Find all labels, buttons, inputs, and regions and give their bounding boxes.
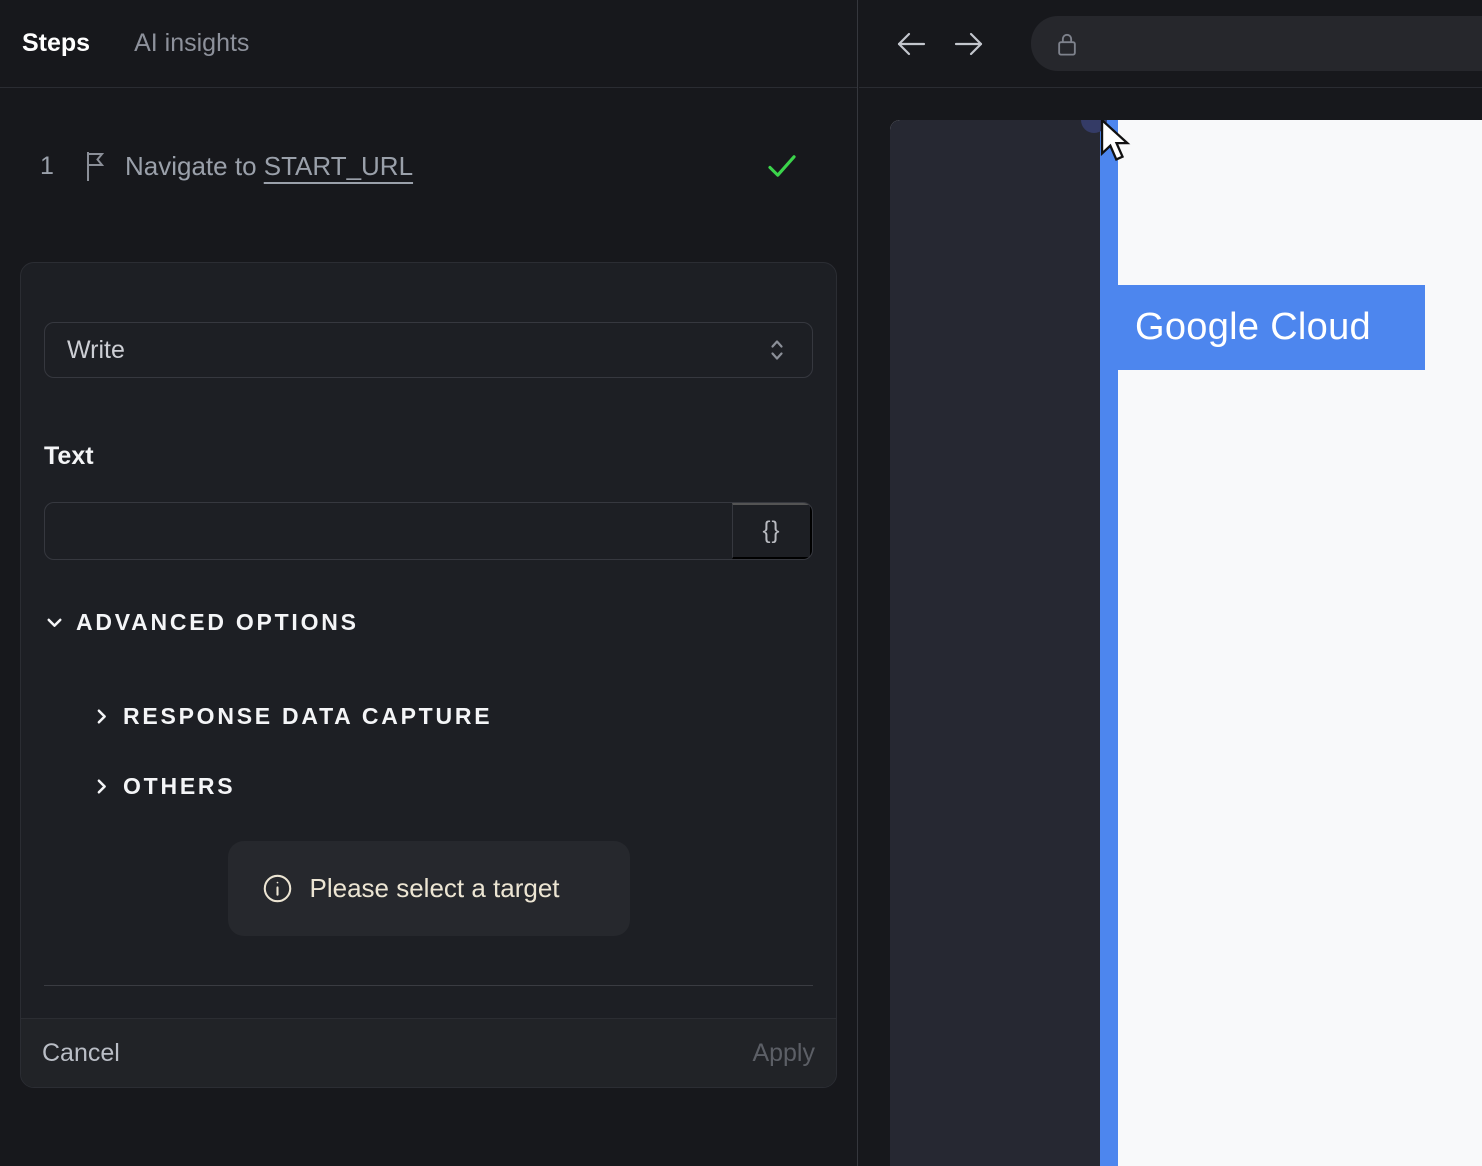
tab-ai-insights[interactable]: AI insights xyxy=(134,29,249,58)
page-dark-region xyxy=(890,120,1100,1166)
back-button[interactable] xyxy=(893,26,929,62)
element-highlight-strip xyxy=(1100,120,1118,1166)
action-type-select[interactable]: Write xyxy=(44,322,813,378)
chevron-right-icon xyxy=(91,776,112,797)
text-input[interactable] xyxy=(45,503,732,559)
toast-message: Please select a target xyxy=(309,873,560,903)
step-item-1[interactable]: 1 Navigate to START_URL xyxy=(0,138,857,194)
browser-toolbar xyxy=(859,0,1482,88)
response-data-capture-toggle[interactable]: RESPONSE DATA CAPTURE xyxy=(91,702,813,730)
step-number: 1 xyxy=(40,151,54,180)
select-updown-chevrons-icon xyxy=(766,336,788,364)
chevron-down-icon xyxy=(44,612,65,633)
arrow-right-icon xyxy=(951,26,987,62)
page-viewport: Google Cloud xyxy=(890,120,1482,1166)
braces-icon: {} xyxy=(762,517,781,544)
editor-footer: Cancel Apply xyxy=(21,1018,836,1087)
action-type-value: Write xyxy=(67,335,125,364)
highlighted-google-cloud-link[interactable]: Google Cloud xyxy=(1115,285,1425,370)
lock-icon[interactable] xyxy=(1055,29,1079,59)
text-field-label: Text xyxy=(44,442,94,470)
step-title-prefix: Navigate to xyxy=(125,150,264,181)
steps-panel: Steps AI insights 1 Navigate to START_UR… xyxy=(0,0,858,1166)
forward-button[interactable] xyxy=(951,26,987,62)
cancel-button[interactable]: Cancel xyxy=(42,1039,120,1068)
select-target-toast: Please select a target xyxy=(227,841,630,936)
step-success-check-icon xyxy=(765,149,799,183)
response-data-capture-label: RESPONSE DATA CAPTURE xyxy=(123,702,493,729)
text-input-group: {} xyxy=(44,502,813,560)
advanced-options-toggle[interactable]: ADVANCED OPTIONS xyxy=(44,608,813,636)
mouse-cursor-icon xyxy=(1099,120,1135,165)
tab-steps[interactable]: Steps xyxy=(22,29,90,58)
info-icon xyxy=(262,873,293,904)
step-title: Navigate to START_URL xyxy=(125,151,413,182)
step-start-url-link[interactable]: START_URL xyxy=(264,151,413,181)
others-label: OTHERS xyxy=(123,772,236,799)
advanced-options-label: ADVANCED OPTIONS xyxy=(76,608,359,635)
google-cloud-logo-text: Google Cloud xyxy=(1135,306,1371,348)
url-bar[interactable] xyxy=(1031,16,1482,71)
arrow-left-icon xyxy=(893,26,929,62)
step-editor-card: Write Text {} ADVANCED OPTIONS RESPONSE … xyxy=(20,262,837,1088)
chevron-right-icon xyxy=(91,706,112,727)
footer-divider xyxy=(44,985,813,986)
browser-preview-panel: Google Cloud xyxy=(859,0,1482,1166)
others-toggle[interactable]: OTHERS xyxy=(91,772,813,800)
flag-icon xyxy=(83,150,108,183)
panel-tabs: Steps AI insights xyxy=(0,0,857,88)
apply-button[interactable]: Apply xyxy=(752,1039,815,1068)
insert-variable-braces-button[interactable]: {} xyxy=(732,503,812,559)
